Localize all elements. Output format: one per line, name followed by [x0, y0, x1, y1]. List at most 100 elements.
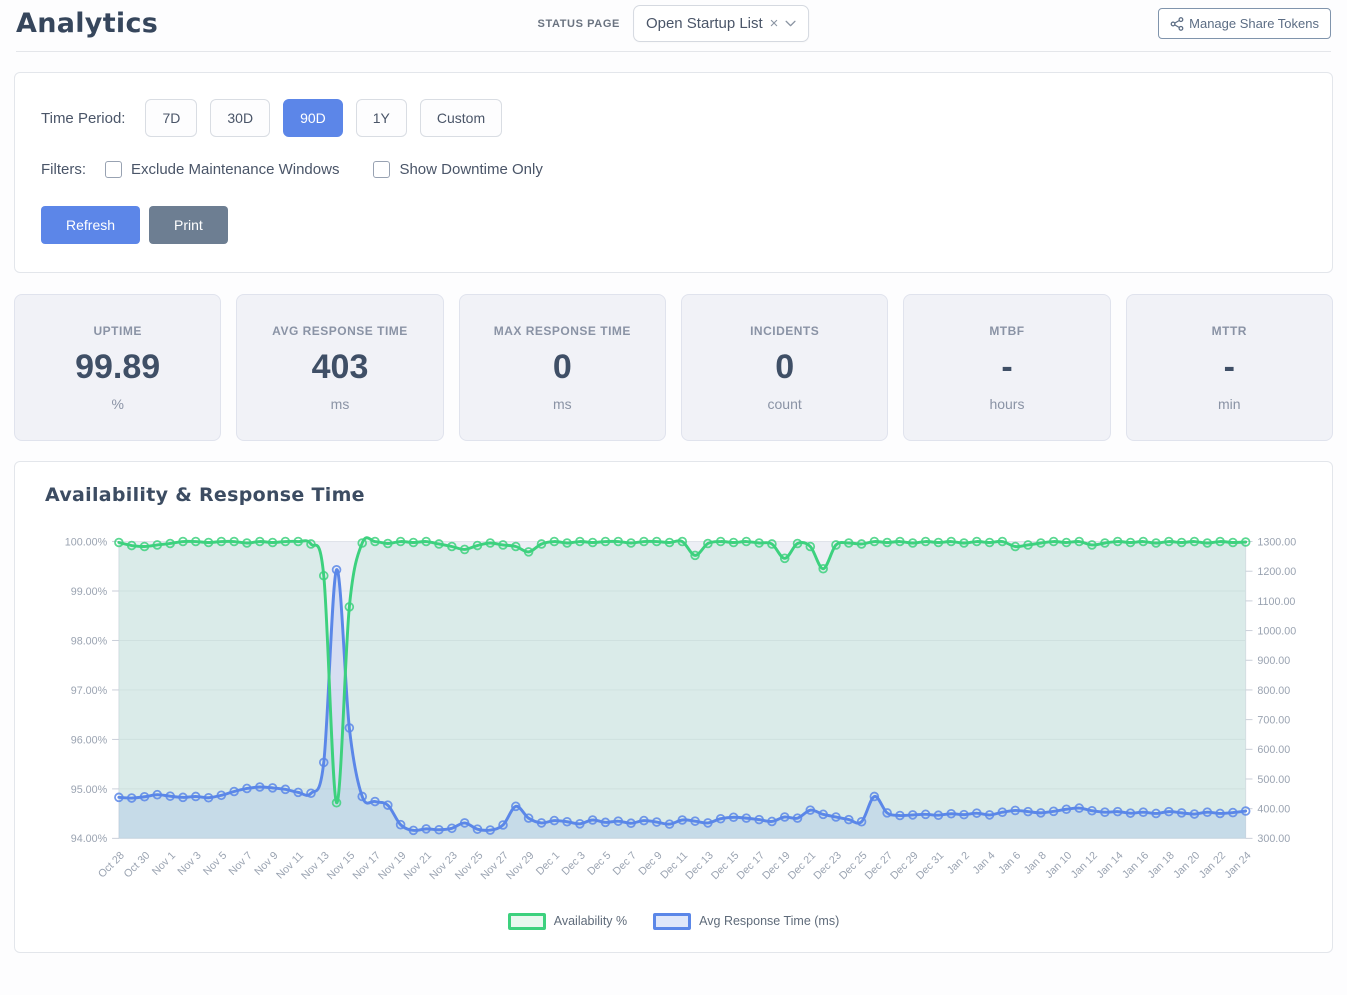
x-axis-tick: Nov 3	[175, 850, 203, 878]
left-axis-tick: 100.00%	[65, 536, 108, 548]
time-period-button-1y[interactable]: 1Y	[356, 99, 407, 137]
right-axis-tick: 1300.00	[1257, 536, 1296, 548]
stats-row: UPTIME 99.89 % AVG RESPONSE TIME 403 ms …	[14, 294, 1333, 441]
stat-card-avg-response: AVG RESPONSE TIME 403 ms	[236, 294, 443, 441]
page-title: Analytics	[16, 8, 158, 39]
time-period-row: Time Period: 7D 30D 90D 1Y Custom	[41, 99, 1306, 137]
stat-label: INCIDENTS	[750, 324, 819, 338]
x-axis-tick: Jan 6	[996, 850, 1023, 877]
clear-selection-icon[interactable]: ×	[770, 16, 779, 31]
x-axis-tick: Nov 7	[227, 850, 255, 878]
x-axis-tick: Dec 19	[760, 850, 793, 883]
manage-share-tokens-button[interactable]: Manage Share Tokens	[1158, 8, 1331, 39]
x-axis-tick: Nov 29	[504, 850, 537, 883]
stat-card-mtbf: MTBF - hours	[903, 294, 1110, 441]
time-period-label: Time Period:	[41, 110, 125, 127]
print-button[interactable]: Print	[149, 206, 228, 244]
x-axis-tick: Dec 15	[709, 850, 742, 883]
left-axis-tick: 94.00%	[71, 833, 108, 845]
legend-swatch	[508, 913, 546, 930]
right-axis-tick: 400.00	[1257, 804, 1290, 816]
right-axis-tick: 1000.00	[1257, 625, 1296, 637]
x-axis-tick: Jan 2	[945, 850, 972, 877]
right-axis-tick: 300.00	[1257, 833, 1290, 845]
status-page-select[interactable]: Open Startup List ×	[633, 5, 810, 42]
x-axis-tick: Nov 23	[427, 850, 460, 883]
status-page-label: STATUS PAGE	[538, 18, 620, 30]
x-axis-tick: Oct 28	[96, 850, 127, 881]
legend-item-availability-[interactable]: Availability %	[508, 913, 627, 930]
stat-card-mttr: MTTR - min	[1126, 294, 1333, 441]
stat-card-uptime: UPTIME 99.89 %	[14, 294, 221, 441]
exclude-maintenance-checkbox[interactable]	[105, 161, 122, 178]
x-axis-tick: Jan 22	[1197, 850, 1228, 881]
exclude-maintenance-label: Exclude Maintenance Windows	[131, 161, 339, 178]
status-page-selected-value: Open Startup List	[646, 15, 763, 32]
left-axis-tick: 97.00%	[71, 685, 108, 697]
left-axis-tick: 98.00%	[71, 635, 108, 647]
x-axis-tick: Nov 21	[402, 850, 435, 883]
chart-legend: Availability % Avg Response Time (ms)	[31, 913, 1316, 938]
stat-label: AVG RESPONSE TIME	[272, 324, 408, 338]
chart-title: Availability & Response Time	[45, 484, 1316, 506]
x-axis-tick: Dec 5	[585, 850, 613, 878]
x-axis-tick: Dec 7	[611, 850, 639, 878]
x-axis-tick: Dec 3	[560, 850, 588, 878]
show-downtime-checkbox[interactable]	[373, 161, 390, 178]
x-axis-tick: Dec 25	[837, 850, 870, 883]
right-axis-tick: 900.00	[1257, 655, 1290, 667]
stat-value: -	[1224, 350, 1235, 384]
stat-value: 99.89	[75, 350, 160, 384]
x-axis-tick: Dec 23	[811, 850, 844, 883]
x-axis-tick: Dec 31	[914, 850, 947, 883]
stat-unit: hours	[989, 396, 1024, 412]
time-period-button-30d[interactable]: 30D	[210, 99, 270, 137]
page-header: Analytics STATUS PAGE Open Startup List …	[0, 0, 1347, 51]
right-axis-tick: 1100.00	[1257, 596, 1295, 608]
right-axis-tick: 600.00	[1257, 744, 1290, 756]
x-axis-tick: Dec 21	[786, 850, 819, 883]
stat-label: MTTR	[1212, 324, 1247, 338]
x-axis-tick: Nov 27	[478, 850, 511, 883]
chart-panel: Availability & Response Time 100.00%99.0…	[14, 461, 1333, 953]
stat-unit: ms	[331, 396, 350, 412]
stat-card-incidents: INCIDENTS 0 count	[681, 294, 888, 441]
legend-swatch	[653, 913, 691, 930]
stat-card-max-response: MAX RESPONSE TIME 0 ms	[459, 294, 666, 441]
x-axis-tick: Dec 1	[534, 850, 562, 878]
left-axis-tick: 96.00%	[71, 734, 108, 746]
x-axis-tick: Jan 12	[1069, 850, 1100, 881]
left-axis-tick: 95.00%	[71, 784, 108, 796]
stat-value: -	[1001, 350, 1012, 384]
refresh-button[interactable]: Refresh	[41, 206, 140, 244]
x-axis-tick: Jan 10	[1043, 850, 1074, 881]
x-axis-tick: Dec 27	[863, 850, 896, 883]
availability-response-chart: 100.00%99.00%98.00%97.00%96.00%95.00%94.…	[31, 522, 1316, 911]
status-page-group: STATUS PAGE Open Startup List ×	[538, 5, 810, 42]
x-axis-tick: Jan 24	[1222, 850, 1253, 881]
stat-unit: min	[1218, 396, 1241, 412]
x-axis-tick: Jan 20	[1171, 850, 1202, 881]
x-axis-tick: Jan 14	[1094, 850, 1125, 881]
exclude-maintenance-checkbox-row[interactable]: Exclude Maintenance Windows	[105, 161, 339, 178]
filter-panel: Time Period: 7D 30D 90D 1Y Custom Filter…	[14, 72, 1333, 273]
legend-label: Availability %	[554, 914, 627, 928]
stat-label: MTBF	[989, 324, 1024, 338]
stat-value: 0	[553, 350, 572, 384]
stat-unit: ms	[553, 396, 572, 412]
legend-label: Avg Response Time (ms)	[699, 914, 839, 928]
time-period-button-90d[interactable]: 90D	[283, 99, 343, 137]
right-axis-tick: 800.00	[1257, 685, 1290, 697]
time-period-button-7d[interactable]: 7D	[145, 99, 197, 137]
show-downtime-checkbox-row[interactable]: Show Downtime Only	[373, 161, 542, 178]
stat-unit: count	[768, 396, 802, 412]
x-axis-tick: Dec 29	[888, 850, 921, 883]
time-period-button-custom[interactable]: Custom	[420, 99, 502, 137]
show-downtime-label: Show Downtime Only	[399, 161, 542, 178]
x-axis-tick: Dec 17	[735, 850, 768, 883]
right-axis-tick: 700.00	[1257, 715, 1290, 727]
legend-item-avg-response-time-ms-[interactable]: Avg Response Time (ms)	[653, 913, 839, 930]
x-axis-tick: Nov 25	[453, 850, 486, 883]
chevron-down-icon	[785, 20, 796, 27]
x-axis-tick: Nov 17	[350, 850, 383, 883]
